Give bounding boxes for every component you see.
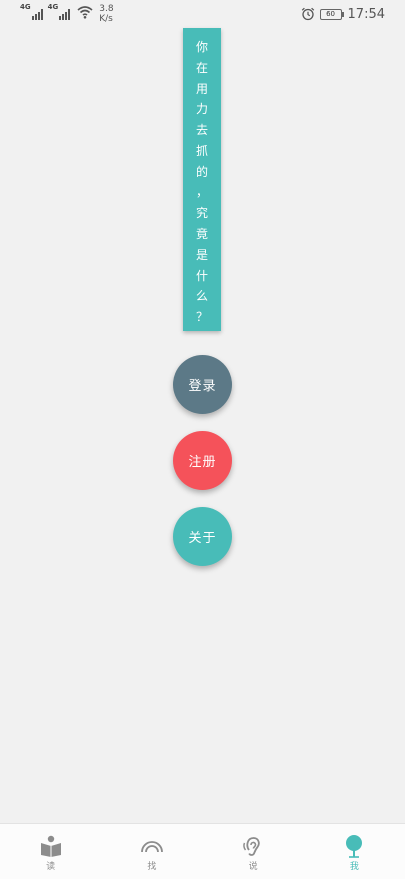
alarm-clock-icon [301, 7, 314, 21]
nav-item-read[interactable]: 读 [0, 824, 101, 879]
quote-character: 用 [195, 81, 208, 96]
ear-icon [243, 837, 260, 856]
quote-character: 么 [195, 289, 208, 304]
status-bar-right: 60 17:54 [301, 5, 385, 23]
login-button[interactable]: 登录 [173, 355, 232, 414]
quote-character: 在 [195, 60, 208, 75]
bottom-nav: 读 找 说 我 [0, 823, 405, 879]
signal-bars-icon [59, 6, 71, 20]
network-speed-unit: K/s [99, 14, 113, 24]
nav-label-read: 读 [46, 862, 56, 872]
quote-character: ？ [195, 310, 208, 325]
nav-label-find: 找 [147, 862, 157, 872]
quote-character: 究 [195, 206, 208, 221]
network-speed: 3.8 K/s [99, 4, 113, 24]
wifi-icon [77, 6, 93, 19]
cell-signal-2: 4G [48, 3, 72, 20]
arc-signal-icon [140, 841, 163, 853]
quote-character: 是 [195, 247, 208, 262]
quote-character: 力 [195, 102, 208, 117]
status-bar-left: 4G 4G 3.8 K/s [20, 3, 114, 24]
network-speed-value: 3.8 [99, 4, 114, 14]
quote-character: 你 [195, 40, 208, 54]
battery-icon: 60 [319, 8, 344, 20]
battery-level: 60 [326, 9, 335, 18]
nav-item-find[interactable]: 找 [101, 824, 202, 879]
nav-item-me[interactable]: 我 [304, 824, 405, 879]
network-type-label-2: 4G [47, 3, 59, 11]
book-reader-icon [40, 835, 61, 857]
signal-bars-icon [31, 6, 44, 20]
quote-banner: 你在用力去抓的 ， 究竟是什么 ？ [183, 28, 221, 331]
nav-label-speak: 说 [248, 862, 258, 872]
nav-label-me: 我 [349, 862, 359, 872]
status-bar: 4G 4G 3.8 K/s 60 17:54 [0, 0, 405, 26]
quote-character: 什 [195, 268, 208, 283]
cell-signal-1: 4G [20, 3, 44, 20]
status-time: 17:54 [347, 6, 385, 22]
quote-character: 竟 [195, 227, 208, 242]
quote-character: 的 [195, 164, 208, 179]
network-type-label-1: 4G [20, 3, 31, 11]
about-button[interactable]: 关于 [173, 507, 232, 566]
nav-item-speak[interactable]: 说 [203, 824, 304, 879]
quote-character: ， [195, 185, 208, 200]
quote-character: 去 [195, 123, 208, 138]
tree-icon [346, 835, 363, 858]
register-button[interactable]: 注册 [173, 431, 232, 490]
quote-character: 抓 [195, 143, 208, 158]
